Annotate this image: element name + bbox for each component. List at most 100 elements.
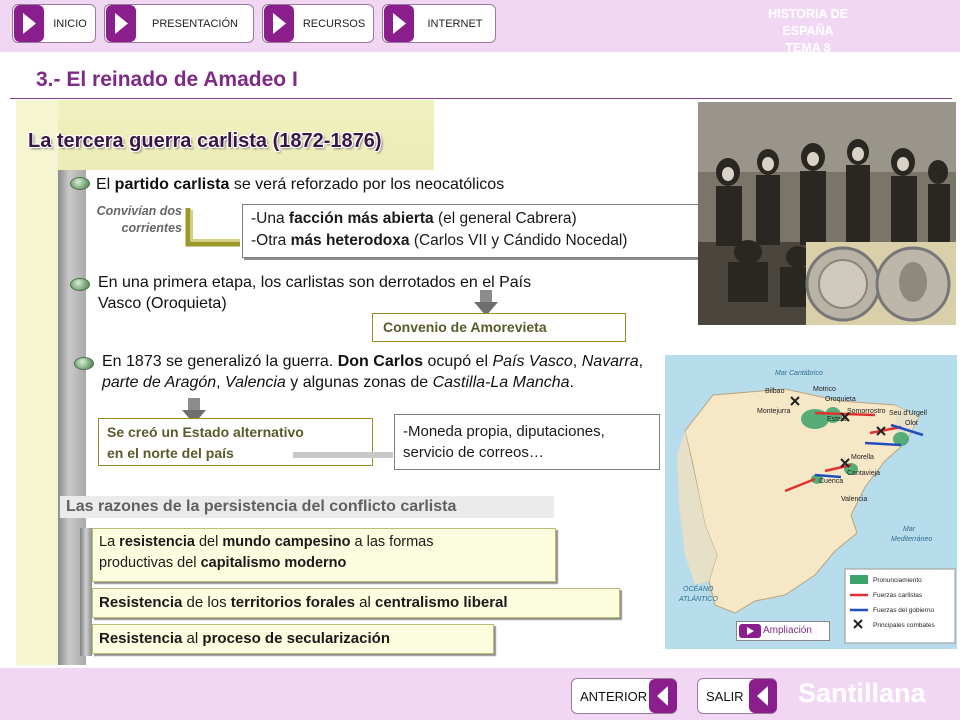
two-currents-label: Convivían dos corrientes [70, 203, 182, 237]
carlist-troops-photo-image [698, 102, 956, 325]
text-fragment: , [572, 353, 582, 370]
city-label: Montejurra [757, 408, 791, 415]
text-emphasis: Resistencia [99, 594, 183, 611]
text-fragment: La [99, 534, 120, 550]
faction-heterodox: -Otra más heterodoxa (Carlos VII y Cándi… [251, 230, 717, 252]
alternative-state-line1: Se creó un Estado alternativo [107, 424, 304, 440]
text-italic: Castilla-La Mancha [432, 374, 570, 391]
text-emphasis: más heterodoxa [290, 232, 410, 249]
legend-label: Pronunciamiento [873, 577, 922, 584]
play-arrow-icon [384, 5, 414, 42]
exit-button[interactable]: SALIR [697, 678, 777, 714]
spain-map: Bilbao Montejurra Motrico Oroquieta Somo… [665, 355, 957, 649]
text-fragment: se verá reforzado por los neocatólicos [229, 176, 505, 193]
ocean-label: ATLÁNTICO [678, 594, 718, 603]
reasons-bracket [80, 528, 92, 656]
reason-foral-box: Resistencia de los territorios forales a… [92, 588, 620, 618]
connector-bar [293, 452, 393, 458]
text-fragment: al [354, 594, 375, 611]
state-detail-line2: servicio de correos… [403, 444, 544, 461]
text-emphasis: partido carlista [114, 176, 230, 193]
text-fragment: , [216, 374, 226, 391]
text-italic: parte de Aragón [102, 374, 217, 391]
ampliacion-button[interactable]: Ampliación [736, 621, 830, 641]
ocean-label: OCÉANO [683, 584, 714, 593]
point-first-stage: En una primera etapa, los carlistas son … [98, 272, 658, 314]
two-currents-line2: corrientes [121, 221, 182, 235]
bracket-connector-icon [185, 208, 240, 247]
play-arrow-icon [264, 5, 294, 42]
text-fragment: a las formas [350, 534, 434, 550]
text-fragment: (el general Cabrera) [433, 210, 577, 227]
text-fragment: -Otra [251, 232, 291, 249]
nav-recursos-label: RECURSOS [302, 17, 366, 30]
prev-label: ANTERIOR [580, 689, 648, 704]
text-emphasis: proceso de secularización [202, 630, 390, 647]
reason-peasant-line2: productivas del capitalismo moderno [99, 553, 555, 574]
text-italic: Valencia [225, 374, 286, 391]
nav-inicio-button[interactable]: INICIO [12, 4, 96, 43]
text-fragment: El [96, 176, 115, 193]
legend-label: Fuerzas del gobierno [873, 607, 934, 614]
text-fragment: del [194, 534, 223, 550]
city-label: Oroquieta [825, 396, 856, 403]
page-title: 3.- El reinado de Amadeo I [36, 68, 298, 91]
city-label: Seu d'Urgell [889, 410, 927, 417]
text-emphasis: Don Carlos [337, 353, 424, 370]
text-emphasis: resistencia [119, 534, 195, 550]
state-detail-line1: -Moneda propia, diputaciones, [403, 423, 605, 440]
course-unit: TEMA 8 [785, 41, 831, 55]
course-title: HISTORIA DE ESPAÑA TEMA 8 [760, 6, 856, 57]
text-emphasis: centralismo liberal [375, 594, 508, 611]
sea-label: Mediterráneo [891, 536, 932, 543]
brand-logo: Santillana [798, 678, 926, 708]
reasons-title: Las razones de la persistencia del confl… [66, 498, 457, 515]
carlist-troops-photo [698, 102, 956, 325]
sea-label: Mar Cantábrico [775, 370, 823, 377]
legend-label: Principales combates [873, 622, 936, 629]
bullet-icon [70, 278, 90, 291]
faction-open: -Una facción más abierta (el general Cab… [251, 208, 717, 230]
text-emphasis: facción más abierta [288, 210, 434, 227]
back-arrow-icon [649, 679, 677, 713]
two-currents-line1: Convivían dos [96, 204, 182, 218]
point-carlist-party: El partido carlista se verá reforzado po… [96, 174, 504, 195]
nav-internet-button[interactable]: INTERNET [382, 4, 496, 43]
reason-peasant-box: La resistencia del mundo campesino a las… [92, 528, 556, 582]
reason-peasant-line1: La resistencia del mundo campesino a las… [99, 532, 555, 553]
play-arrow-icon [14, 5, 44, 42]
amorevieta-box: Convenio de Amorevieta [372, 313, 626, 342]
nav-recursos-button[interactable]: RECURSOS [262, 4, 374, 43]
text-fragment: de los [182, 594, 231, 611]
text-italic: Navarra [581, 353, 639, 370]
text-emphasis: territorios forales [230, 594, 355, 611]
city-label: Cuenca [819, 478, 843, 485]
prev-button[interactable]: ANTERIOR [571, 678, 677, 714]
state-detail-box: -Moneda propia, diputaciones, servicio d… [394, 414, 660, 470]
nav-presentacion-label: PRESENTACIÓN [152, 17, 238, 30]
nav-inicio-label: INICIO [53, 17, 87, 30]
text-fragment: al [182, 630, 203, 647]
title-divider [10, 98, 952, 99]
first-stage-line1: En una primera etapa, los carlistas son … [98, 274, 532, 291]
city-label: Morella [851, 454, 874, 461]
play-arrow-icon [739, 624, 761, 638]
text-fragment: . [569, 374, 574, 391]
city-label: Estella [827, 416, 848, 423]
city-label: Motrico [813, 386, 836, 393]
text-fragment: En 1873 se generalizó la guerra. [102, 353, 338, 370]
legend-label: Fuerzas carlistas [873, 592, 923, 599]
bullet-icon [74, 357, 94, 370]
text-fragment: -Una [251, 210, 289, 227]
city-label: Bilbao [765, 388, 785, 395]
city-label: Valencia [841, 496, 867, 503]
text-fragment: , [638, 353, 644, 370]
course-name: HISTORIA DE ESPAÑA [768, 7, 848, 38]
nav-presentacion-button[interactable]: PRESENTACIÓN [104, 4, 254, 43]
sea-label: Mar [903, 526, 916, 533]
text-fragment: y algunas zonas de [285, 374, 433, 391]
back-arrow-icon [749, 679, 777, 713]
text-fragment: ocupó el [423, 353, 493, 370]
text-fragment: (Carlos VII y Cándido Nocedal) [409, 232, 628, 249]
section-title: La tercera guerra carlista (1872-1876) [28, 130, 382, 152]
